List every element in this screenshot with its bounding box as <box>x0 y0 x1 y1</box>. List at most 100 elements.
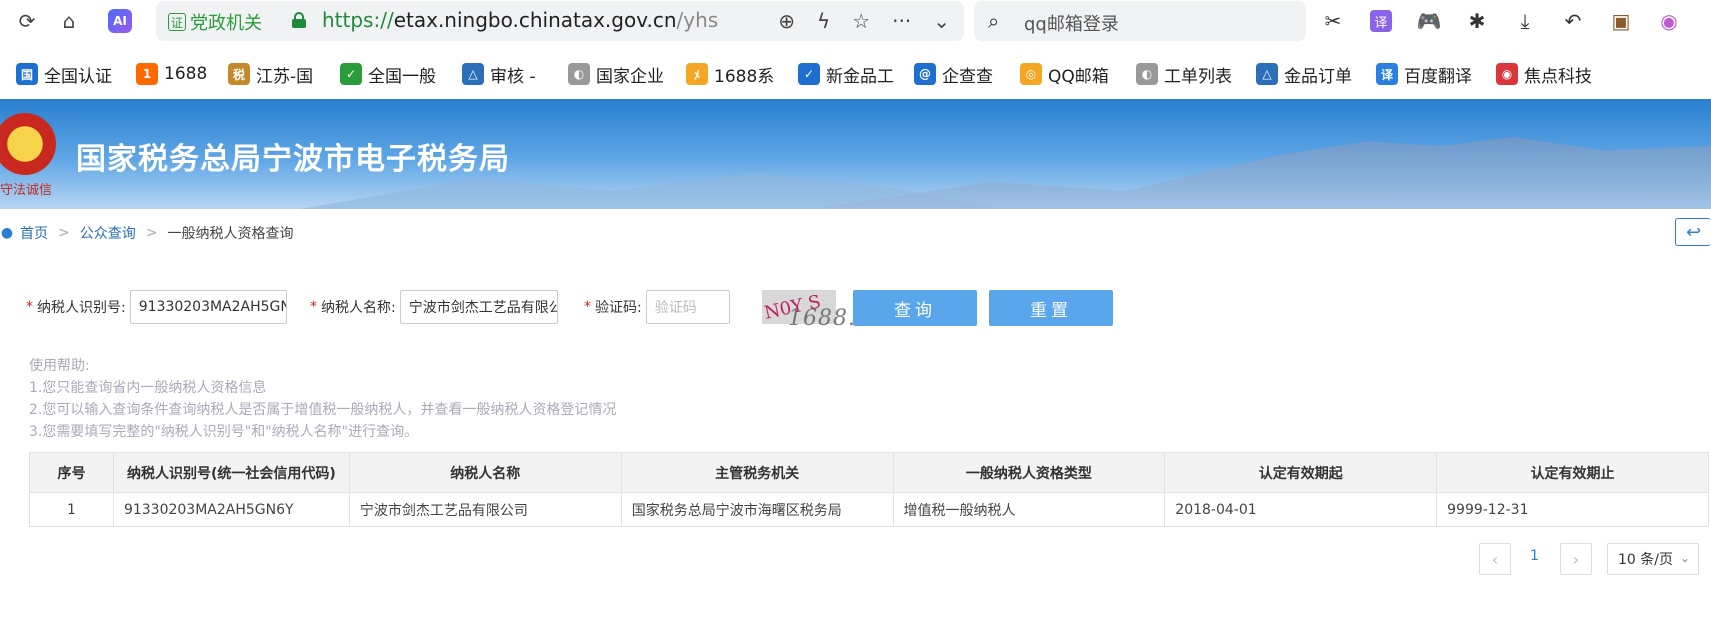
bookmarks-bar: 国全国认证 1 1688 税江苏-国 ✓ 全国一般 △ 审核 - ◐ 国家企业 ﾒ 1688系 ✓ 新金品… <box>0 55 1711 93</box>
taxpayer-name-group: * 纳税人名称: 宁波市剑杰工艺品有限公司 <box>310 290 558 324</box>
bookmark-item[interactable]: 税江苏-国 <box>228 55 313 93</box>
bookmark-label: 金品订单 <box>1284 66 1352 87</box>
search-icon: ⌕ <box>988 9 1000 33</box>
breadcrumb-separator: > <box>145 225 158 241</box>
taxpayer-id-group: * 纳税人识别号: 91330203MA2AH5GN6Y <box>26 290 287 324</box>
extension-icons: ✂ 译 🎮 ✱ ⤓ ↶ ▣ ◉ <box>1318 6 1684 36</box>
zoom-icon[interactable]: ⊕ <box>778 9 795 33</box>
refresh-icon[interactable]: ⟳ <box>14 8 40 34</box>
banner-slogan: 守法诚信 <box>0 183 53 198</box>
bookmark-icon: 国 <box>16 63 38 85</box>
taxpayer-id-label: 纳税人识别号: <box>37 300 126 316</box>
bookmark-icon: 税 <box>228 63 250 85</box>
table-row: 1 91330203MA2AH5GN6Y 宁波市剑杰工艺品有限公司 国家税务总局… <box>29 492 1709 527</box>
bookmark-item[interactable]: ◐ 工单列表 <box>1136 55 1232 93</box>
bookmark-item[interactable]: @ 企查查 <box>914 55 993 93</box>
bookmark-label: 1688 <box>164 64 208 84</box>
breadcrumb-separator: > <box>58 225 70 241</box>
taxpayer-name-label: 纳税人名称: <box>321 300 396 316</box>
next-page-button[interactable]: › <box>1560 543 1592 575</box>
location-pin-icon: ● <box>0 225 14 241</box>
table-header-row: 序号 纳税人识别号(统一社会信用代码) 纳税人名称 主管税务机关 一般纳税人资格… <box>29 452 1709 493</box>
scissors-icon[interactable]: ✂ <box>1318 6 1348 36</box>
back-button[interactable]: ↩ <box>1675 218 1711 246</box>
bookmark-icon: ◐ <box>568 63 590 85</box>
bookmark-icon: ✓ <box>340 63 362 85</box>
undo-icon[interactable]: ↶ <box>1558 6 1588 36</box>
captcha-input[interactable]: 验证码 <box>645 290 730 324</box>
page-size-value: 10 条/页 <box>1618 552 1673 568</box>
url-path: /yhs <box>676 8 719 32</box>
current-page[interactable]: 1 <box>1530 548 1539 564</box>
bookmark-item[interactable]: ✓ 新金品工 <box>798 55 894 93</box>
help-text: 使用帮助: 1.您只能查询省内一般纳税人资格信息 2.您可以输入查询条件查询纳税… <box>29 355 616 443</box>
ai-assistant-icon[interactable]: ◉ <box>1654 6 1684 36</box>
captcha-group: * 验证码: 验证码 <box>584 290 730 324</box>
taxpayer-name-input[interactable]: 宁波市剑杰工艺品有限公司 <box>399 290 558 324</box>
game-icon[interactable]: 🎮 <box>1414 6 1444 36</box>
lock-icon[interactable] <box>292 12 306 28</box>
lightning-icon[interactable]: ϟ <box>817 9 830 33</box>
required-mark: * <box>584 299 591 315</box>
bookmark-icon: 译 <box>1376 63 1398 85</box>
bookmark-label: QQ邮箱 <box>1048 66 1109 87</box>
col-header-tax-authority: 主管税务机关 <box>620 452 894 493</box>
bookmark-icon: ◎ <box>1020 63 1042 85</box>
ai-icon[interactable]: AI <box>108 9 132 33</box>
bookmark-label: 焦点科技 <box>1524 66 1592 87</box>
more-icon[interactable]: ··· <box>892 9 911 33</box>
result-table: 序号 纳税人识别号(统一社会信用代码) 纳税人名称 主管税务机关 一般纳税人资格… <box>29 452 1709 527</box>
site-title: 国家税务总局宁波市电子税务局 <box>76 142 510 177</box>
bookmark-label: 工单列表 <box>1164 66 1232 87</box>
address-bar[interactable]: 证 党政机关 https://etax.ningbo.chinatax.gov.… <box>156 1 964 41</box>
bookmark-label: 国家企业 <box>596 66 664 87</box>
taxpayer-id-input[interactable]: 91330203MA2AH5GN6Y <box>129 290 287 324</box>
bookmark-icon: 1 <box>136 63 158 85</box>
bookmark-icon: △ <box>462 63 484 85</box>
help-line: 1.您只能查询省内一般纳税人资格信息 <box>29 380 267 396</box>
breadcrumb-public-query[interactable]: 公众查询 <box>80 223 136 243</box>
bookmark-item[interactable]: ◎ QQ邮箱 <box>1020 55 1109 93</box>
bookmark-label: 全国一般 <box>368 66 436 87</box>
bookmark-item[interactable]: △ 审核 - <box>462 55 536 93</box>
breadcrumb-home[interactable]: 首页 <box>20 223 48 243</box>
bookmark-item[interactable]: 国全国认证 <box>16 55 112 93</box>
search-query[interactable]: qq邮箱登录 <box>1024 10 1119 36</box>
prev-page-button[interactable]: ‹ <box>1479 543 1511 575</box>
chevron-down-icon[interactable]: ⌄ <box>933 9 950 33</box>
col-header-valid-from: 认定有效期起 <box>1164 452 1438 493</box>
reset-button[interactable]: 重置 <box>989 290 1113 326</box>
briefcase-icon[interactable]: ▣ <box>1606 6 1636 36</box>
bookmark-item[interactable]: ◉ 焦点科技 <box>1496 55 1592 93</box>
translate-icon[interactable]: 译 <box>1366 6 1396 36</box>
bookmark-item[interactable]: 1 1688 <box>136 55 207 93</box>
cell-index: 1 <box>29 492 114 527</box>
bookmark-item[interactable]: ◐ 国家企业 <box>568 55 664 93</box>
cell-valid-to: 9999-12-31 <box>1436 492 1709 527</box>
home-icon[interactable]: ⌂ <box>56 8 82 34</box>
search-box[interactable]: ⌕ qq邮箱登录 <box>974 1 1306 41</box>
bookmark-item[interactable]: △ 金品订单 <box>1256 55 1352 93</box>
url-scheme: https:// <box>322 8 394 32</box>
cell-qualification-type: 增值税一般纳税人 <box>892 492 1166 527</box>
bookmark-item[interactable]: ﾒ 1688系 <box>686 55 774 93</box>
certificate-icon: 证 <box>168 13 186 31</box>
help-line: 2.您可以输入查询条件查询纳税人是否属于增值税一般纳税人，并查看一般纳税人资格登… <box>29 402 617 418</box>
gov-site-label: 党政机关 <box>190 13 262 34</box>
bookmark-icon: ◐ <box>1136 63 1158 85</box>
bookmark-label: 企查查 <box>942 66 993 87</box>
bookmark-item[interactable]: 译百度翻译 <box>1376 55 1472 93</box>
bookmark-item[interactable]: ✓ 全国一般 <box>340 55 436 93</box>
puzzle-icon[interactable]: ✱ <box>1462 6 1492 36</box>
query-button[interactable]: 查询 <box>853 290 977 326</box>
bookmark-label: 审核 - <box>490 66 536 87</box>
site-banner: 守法诚信 国家税务总局宁波市电子税务局 <box>0 99 1711 209</box>
bookmark-icon: △ <box>1256 63 1278 85</box>
download-icon[interactable]: ⤓ <box>1510 6 1540 36</box>
bookmark-icon: @ <box>914 63 936 85</box>
page-size-select[interactable]: 10 条/页 ⌄ <box>1607 543 1699 575</box>
star-icon[interactable]: ☆ <box>852 9 870 33</box>
col-header-index: 序号 <box>29 452 114 493</box>
cell-taxpayer-name: 宁波市剑杰工艺品有限公司 <box>348 492 622 527</box>
bookmark-label: 江苏-国 <box>256 66 314 87</box>
